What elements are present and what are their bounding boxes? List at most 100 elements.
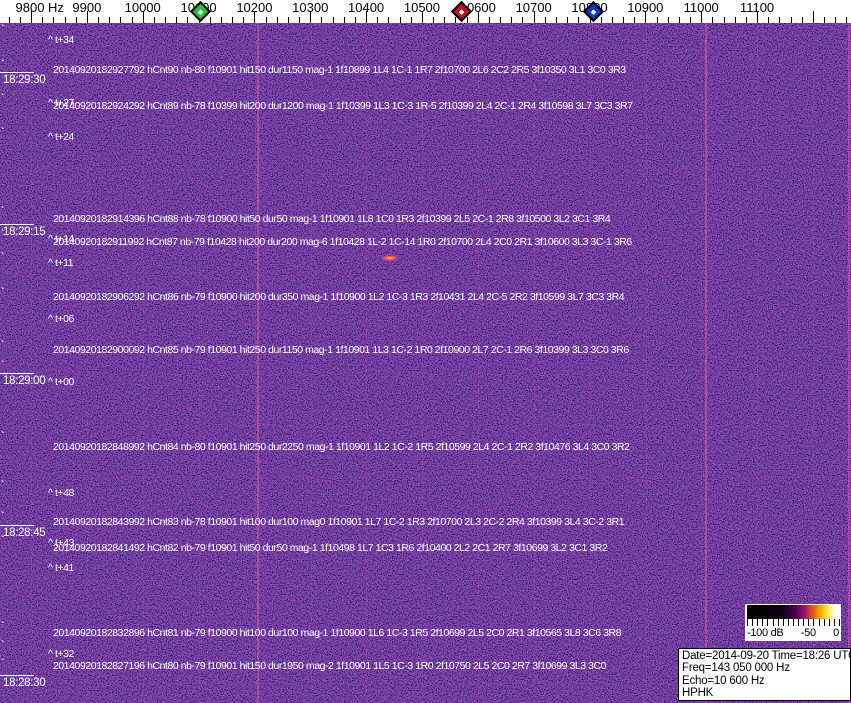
event-log-row: 20140920182827196 hCnt80 nb-79 f10901 hi… (53, 660, 607, 672)
grid-vline (701, 23, 702, 703)
color-scale-tick (757, 619, 759, 626)
carrier-vline (705, 23, 707, 703)
color-scale-tick (782, 619, 784, 626)
ruler-tick (466, 17, 468, 23)
db-label-max: 0 (833, 627, 839, 639)
grid-vline (813, 23, 814, 703)
color-scale-tick (818, 619, 820, 626)
grid-vline (757, 23, 758, 703)
ruler-tick (276, 17, 278, 23)
ruler-label: 10000 (124, 0, 161, 15)
ruler-tick (511, 17, 513, 23)
ruler-tick (544, 17, 546, 23)
color-scale-tick (808, 619, 810, 626)
ruler-tick (824, 17, 826, 23)
frequency-ruler: 9800 Hz990010000101001020010300104001050… (0, 0, 851, 23)
ruler-tick (98, 17, 100, 23)
grid-vline (646, 23, 647, 703)
time-offset-mark: ^ t+06 (48, 313, 74, 325)
edge-tick-mark: ` (1, 59, 5, 70)
grid-hline (0, 323, 851, 324)
color-scale-tick (752, 619, 754, 626)
time-label: 18:28:30 (3, 677, 46, 689)
ruler-tick (656, 17, 658, 23)
time-tick (0, 525, 34, 526)
ruler-tick (377, 17, 379, 23)
ruler-tick (187, 17, 189, 23)
spectrogram-waterfall: 20140920182927792 hCnt90 nb-80 f10901 hi… (0, 23, 851, 703)
grid-vline (255, 23, 256, 703)
marker-blue-center-dot (590, 8, 597, 15)
color-scale-tick (833, 619, 835, 626)
grid-vline (422, 23, 423, 703)
meteor-echo-blob (381, 255, 399, 261)
ruler-label: 10400 (348, 0, 385, 15)
grid-vline (199, 23, 200, 703)
time-tick (0, 224, 34, 225)
event-log-row: 20140920182906292 hCnt86 nb-79 f10900 hi… (53, 291, 625, 303)
color-scale-tick (772, 619, 774, 626)
grid-hline (0, 477, 851, 478)
grid-hline (0, 374, 851, 375)
time-offset-mark: ^ t+24 (48, 131, 74, 143)
ruler-label: 10500 (403, 0, 441, 15)
carrier-vline (257, 23, 259, 703)
ruler-tick (734, 17, 736, 23)
edge-tick-mark: ` (1, 658, 5, 669)
grid-hline (0, 169, 851, 170)
edge-tick-mark: ` (1, 252, 5, 263)
carrier-vline (848, 23, 850, 703)
ruler-tick (835, 17, 837, 23)
grid-hline (0, 528, 851, 529)
ruler-tick (332, 17, 334, 23)
ruler-tick (578, 17, 580, 23)
ruler-tick (790, 17, 792, 23)
grid-vline (590, 23, 591, 703)
time-offset-mark: ^ t+41 (48, 562, 74, 574)
ruler-tick (634, 17, 636, 23)
event-log-row: 20140920182832896 hCnt81 nb-79 f10900 hi… (53, 627, 622, 639)
grid-vline (87, 23, 88, 703)
grid-hline (0, 117, 851, 118)
ruler-tick (19, 17, 21, 23)
time-offset-mark: ^ t+27 (48, 97, 74, 109)
grid-vline (143, 23, 144, 703)
ruler-tick (232, 17, 234, 23)
ruler-tick (801, 17, 803, 23)
ruler-tick (444, 17, 446, 23)
spectrum-analyzer-window: 9800 Hz990010000101001020010300104001050… (0, 0, 851, 703)
time-offset-mark: ^ t+14 (48, 233, 74, 245)
noise-texture (0, 23, 851, 703)
ruler-tick (8, 17, 10, 23)
color-scale-tick (803, 619, 805, 626)
time-tick (0, 675, 34, 676)
ruler-tick (723, 17, 725, 23)
color-scale-tick (762, 619, 764, 626)
edge-tick-mark: ` (1, 360, 5, 371)
info-frequency: Freq=143 050 000 Hz (682, 662, 790, 675)
info-station: HPHK (682, 687, 714, 700)
ruler-tick (299, 17, 301, 23)
ruler-tick (623, 17, 624, 23)
edge-tick-mark: ` (1, 127, 5, 138)
edge-tick-mark: ` (1, 340, 5, 351)
ruler-tick (243, 17, 245, 23)
grid-vline (366, 23, 367, 703)
ruler-tick (500, 17, 502, 23)
grid-vline (311, 23, 312, 703)
ruler-tick (343, 17, 345, 23)
ruler-tick (399, 17, 401, 23)
ruler-label: 11000 (683, 0, 719, 15)
ruler-tick (712, 17, 714, 23)
edge-tick-mark: ` (1, 431, 5, 442)
edge-tick-mark: ` (1, 640, 5, 651)
time-label: 18:28:45 (3, 527, 46, 539)
ruler-tick (176, 17, 178, 23)
ruler-tick (611, 17, 613, 23)
time-tick (0, 72, 34, 73)
ruler-tick (120, 17, 122, 23)
ruler-label: 11100 (739, 0, 775, 15)
edge-tick-mark: ` (1, 206, 5, 217)
color-scale-tick (767, 619, 769, 626)
ruler-tick (153, 17, 155, 23)
